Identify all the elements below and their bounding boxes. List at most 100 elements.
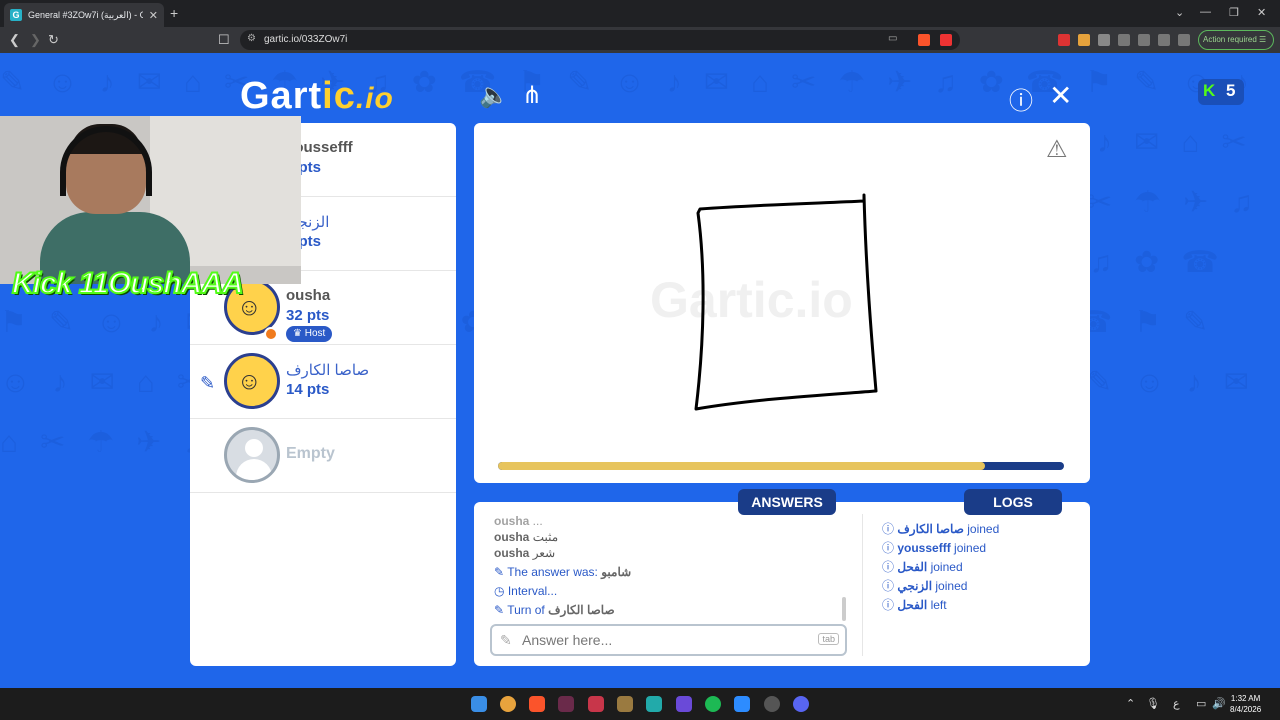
app-icon[interactable] xyxy=(558,696,574,712)
brave-icon[interactable] xyxy=(529,696,545,712)
chrome-icon[interactable] xyxy=(500,696,516,712)
system-clock[interactable]: 1:32 AM 8/4/2026 xyxy=(1230,693,1261,715)
log-name: الفحل xyxy=(897,598,928,612)
extensions-puzzle-icon[interactable] xyxy=(1098,34,1110,46)
spotify-icon[interactable] xyxy=(705,696,721,712)
answer-user: ousha xyxy=(494,546,530,560)
start-icon[interactable] xyxy=(471,696,487,712)
status-dot xyxy=(264,327,278,341)
answer-input[interactable] xyxy=(522,630,812,650)
network-icon[interactable]: ▭ xyxy=(1196,697,1206,710)
discord-icon[interactable] xyxy=(793,696,809,712)
app-icon[interactable] xyxy=(676,696,692,712)
gartic-favicon-icon: G xyxy=(10,9,22,21)
site-info-icon[interactable]: ⚙ xyxy=(247,33,256,44)
reload-button[interactable]: ↻ xyxy=(48,32,59,48)
interval-notice: ◷ Interval... xyxy=(494,584,557,598)
drawing-canvas[interactable]: Gartic.io ⚠ xyxy=(474,123,1090,483)
new-tab-button[interactable]: + xyxy=(170,5,178,21)
volume-icon[interactable]: 🔊 xyxy=(1212,697,1226,710)
answer-was-value: شامبو xyxy=(601,565,632,579)
maximize-button[interactable]: ❐ xyxy=(1229,6,1239,19)
answer-field[interactable]: ✎ tab xyxy=(490,624,847,656)
minimize-button[interactable]: — xyxy=(1200,6,1211,18)
clock-time: 1:32 AM xyxy=(1230,694,1261,703)
logo-mid: ic xyxy=(322,75,356,117)
tray-chevron-icon[interactable]: ⌃ xyxy=(1126,697,1135,710)
log-name: youssefff xyxy=(897,541,951,555)
sound-icon[interactable]: 🔈 xyxy=(479,81,509,110)
list-item: ⓘ youssefff joined xyxy=(882,541,987,555)
drawn-square-stroke xyxy=(694,193,878,411)
brave-shields-icon[interactable] xyxy=(918,34,930,46)
headset-icon xyxy=(60,126,152,196)
tab-answers[interactable]: ANSWERS xyxy=(738,489,836,515)
address-bar[interactable]: ⚙ gartic.io/033ZOw7i ▭ xyxy=(240,30,960,50)
browser-tab[interactable]: G General #3ZOw7i (العربية) - Gartic ✕ xyxy=(4,3,164,27)
kick-counter: K 5 xyxy=(1198,79,1244,105)
close-room-icon[interactable]: ✕ xyxy=(1049,79,1072,112)
chat-divider xyxy=(862,514,863,656)
smiley-icon: ☺ xyxy=(237,368,262,395)
log-action: joined xyxy=(935,579,968,593)
empty-slot-label: Empty xyxy=(286,445,335,462)
answer-text: شعر xyxy=(532,546,556,560)
vpn-shield-icon[interactable] xyxy=(1178,34,1190,46)
pencil-icon: ✎ xyxy=(494,565,505,579)
browser-toolbar: ❮ ❯ ↻ ☐ ⚙ gartic.io/033ZOw7i ▭ Action re… xyxy=(0,27,1280,53)
webcam-overlay xyxy=(0,116,301,284)
browser-tabbar: G General #3ZOw7i (العربية) - Gartic ✕ +… xyxy=(0,0,1280,27)
turn-value: صاصا الكارف xyxy=(548,603,615,617)
pencil-icon: ✎ xyxy=(494,603,505,617)
gartic-logo[interactable]: Gartic.io xyxy=(240,75,394,118)
brave-rewards-icon[interactable] xyxy=(940,34,952,46)
answer-user: ousha xyxy=(494,530,530,544)
info-icon[interactable]: ⓘ xyxy=(1009,81,1033,116)
turn-notice: ✎ Turn of صاصا الكارف xyxy=(494,603,615,617)
streamer-tag: Kick 11OushAAA xyxy=(11,266,245,301)
app-icon[interactable] xyxy=(588,696,604,712)
list-item: ⓘ الفحل joined xyxy=(882,560,963,574)
log-action: joined xyxy=(954,541,987,555)
close-tab-icon[interactable]: ✕ xyxy=(149,9,158,22)
extension-yellow-icon[interactable] xyxy=(1078,34,1090,46)
language-indicator[interactable]: ع xyxy=(1173,697,1180,710)
kick-logo-icon: K xyxy=(1203,81,1216,100)
player-points: 14 pts xyxy=(286,381,330,398)
answers-scrollbar[interactable] xyxy=(842,597,846,621)
list-item: ousha شعر xyxy=(494,546,555,560)
interval-label: Interval... xyxy=(507,584,558,598)
close-window-button[interactable]: ✕ xyxy=(1257,6,1266,19)
windows-taskbar: ⌃ 🎙 ع ▭ 🔊 1:32 AM 8/4/2026 xyxy=(0,688,1280,720)
list-item: ⓘ الزنجي joined xyxy=(882,579,968,593)
player-points: 32 pts xyxy=(286,307,330,324)
answer-text: مثبت xyxy=(532,530,559,544)
leo-icon[interactable] xyxy=(1158,34,1170,46)
sidebar-icon[interactable] xyxy=(1118,34,1130,46)
host-label: Host xyxy=(304,328,326,339)
player-row-drawing[interactable]: ✎ ☺ صاصا الكارف 14 pts xyxy=(190,345,456,419)
extension-red-icon[interactable] xyxy=(1058,34,1070,46)
answer-was-label: The answer was: xyxy=(507,565,598,579)
zoom-icon[interactable] xyxy=(734,696,750,712)
host-badge: ♛ Host xyxy=(286,326,333,342)
list-item: ousha مثبت xyxy=(494,530,558,544)
app-icon[interactable] xyxy=(646,696,662,712)
share-icon[interactable]: ⋔ xyxy=(522,81,542,110)
back-button[interactable]: ❮ xyxy=(9,32,20,48)
url-text: gartic.io/033ZOw7i xyxy=(264,34,348,45)
action-required-button[interactable]: Action required ☰ xyxy=(1198,30,1274,50)
tab-logs[interactable]: LOGS xyxy=(964,489,1062,515)
log-action: joined xyxy=(967,522,1000,536)
wallet-icon[interactable] xyxy=(1138,34,1150,46)
bookmark-icon[interactable]: ☐ xyxy=(218,32,230,48)
tab-search-icon[interactable]: ⌄ xyxy=(1175,6,1184,19)
log-action: left xyxy=(930,598,947,612)
forward-button[interactable]: ❯ xyxy=(30,32,41,48)
list-item: ⓘ صاصا الكارف joined xyxy=(882,522,1000,536)
cast-icon[interactable]: ▭ xyxy=(888,33,897,44)
obs-icon[interactable] xyxy=(764,696,780,712)
app-icon[interactable] xyxy=(617,696,633,712)
kick-count: 5 xyxy=(1226,81,1236,100)
microphone-icon[interactable]: 🎙 xyxy=(1146,697,1160,710)
